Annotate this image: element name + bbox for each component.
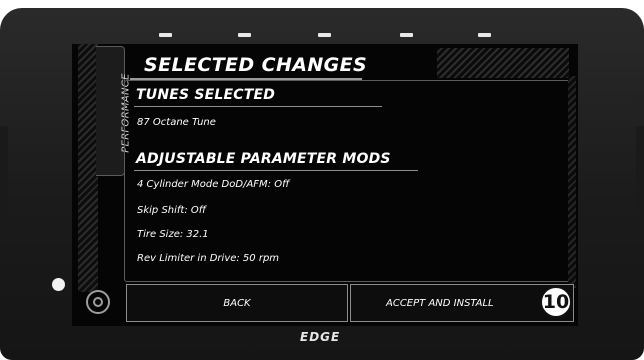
light-sensor xyxy=(52,278,65,291)
tunes-divider xyxy=(134,106,382,107)
home-icon[interactable] xyxy=(86,290,110,314)
left-side-button xyxy=(0,126,8,236)
edge-logo: EDGE xyxy=(300,330,341,344)
list-item: Skip Shift: Off xyxy=(137,205,206,216)
list-item: 4 Cylinder Mode DoD/AFM: Off xyxy=(137,179,290,190)
status-leds xyxy=(0,33,644,41)
adjustable-divider xyxy=(134,170,418,171)
header-hatch xyxy=(437,48,569,78)
back-button[interactable]: BACK xyxy=(126,284,348,322)
screen: PERFORMANCE SELECTED CHANGES TUNES SELEC… xyxy=(72,44,578,326)
scroll-rail[interactable] xyxy=(568,76,576,288)
adjustable-mods-heading: ADJUSTABLE PARAMETER MODS xyxy=(136,151,391,167)
status-led xyxy=(478,33,491,37)
list-item: Tire Size: 32.1 xyxy=(137,229,209,240)
right-side-button xyxy=(636,126,644,236)
step-number-badge: 10 xyxy=(540,286,572,318)
performance-tab[interactable]: PERFORMANCE xyxy=(96,46,132,176)
list-item: Rev Limiter in Drive: 50 rpm xyxy=(137,253,280,264)
status-led xyxy=(318,33,331,37)
list-item: 87 Octane Tune xyxy=(137,117,216,128)
status-led xyxy=(159,33,172,37)
tunes-selected-heading: TUNES SELECTED xyxy=(136,87,276,103)
page-title: SELECTED CHANGES xyxy=(144,54,368,76)
performance-hatch xyxy=(78,44,98,292)
status-led xyxy=(400,33,413,37)
status-led xyxy=(238,33,251,37)
